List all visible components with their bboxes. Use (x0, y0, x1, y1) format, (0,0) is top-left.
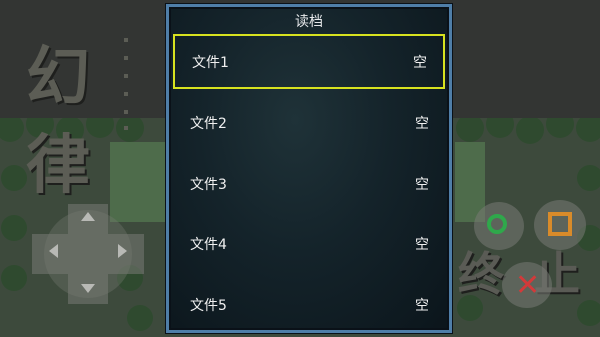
dot-column-decoration (124, 38, 128, 130)
virtual-dpad[interactable] (32, 204, 144, 304)
save-slot-name: 文件1 (192, 54, 229, 71)
save-slot-status: 空 (413, 54, 427, 71)
dpad-up-arrow-icon[interactable] (81, 212, 95, 221)
square-button[interactable] (534, 200, 586, 250)
cross-button[interactable]: ✕ (502, 262, 552, 308)
save-slot-3[interactable]: 文件3 空 (173, 156, 445, 211)
save-slot-status: 空 (415, 176, 429, 193)
dpad-right-arrow-icon[interactable] (118, 244, 127, 258)
save-slot-status: 空 (415, 236, 429, 253)
save-slot-4[interactable]: 文件4 空 (173, 216, 445, 271)
save-slot-name: 文件2 (190, 115, 227, 132)
save-slot-name: 文件3 (190, 176, 227, 193)
background-title-char: 幻 (26, 40, 90, 115)
save-slot-5[interactable]: 文件5 空 (173, 277, 445, 332)
dialog-title: 读档 (295, 14, 323, 30)
save-slot-2[interactable]: 文件2 空 (173, 95, 445, 150)
background-title-char: 律 (26, 128, 90, 203)
save-slot-status: 空 (415, 115, 429, 132)
cross-icon: ✕ (515, 268, 541, 303)
square-icon (548, 212, 572, 236)
circle-button[interactable] (474, 202, 524, 250)
save-slot-name: 文件5 (190, 297, 227, 314)
load-game-dialog: 读档 文件1 空 文件2 空 文件3 空 文件4 空 文件5 空 (166, 4, 452, 333)
save-slot-name: 文件4 (190, 236, 227, 253)
save-slot-1[interactable]: 文件1 空 (173, 34, 445, 89)
dpad-down-arrow-icon[interactable] (81, 284, 95, 293)
save-slot-status: 空 (415, 297, 429, 314)
circle-icon (487, 214, 507, 234)
dpad-left-arrow-icon[interactable] (49, 244, 58, 258)
